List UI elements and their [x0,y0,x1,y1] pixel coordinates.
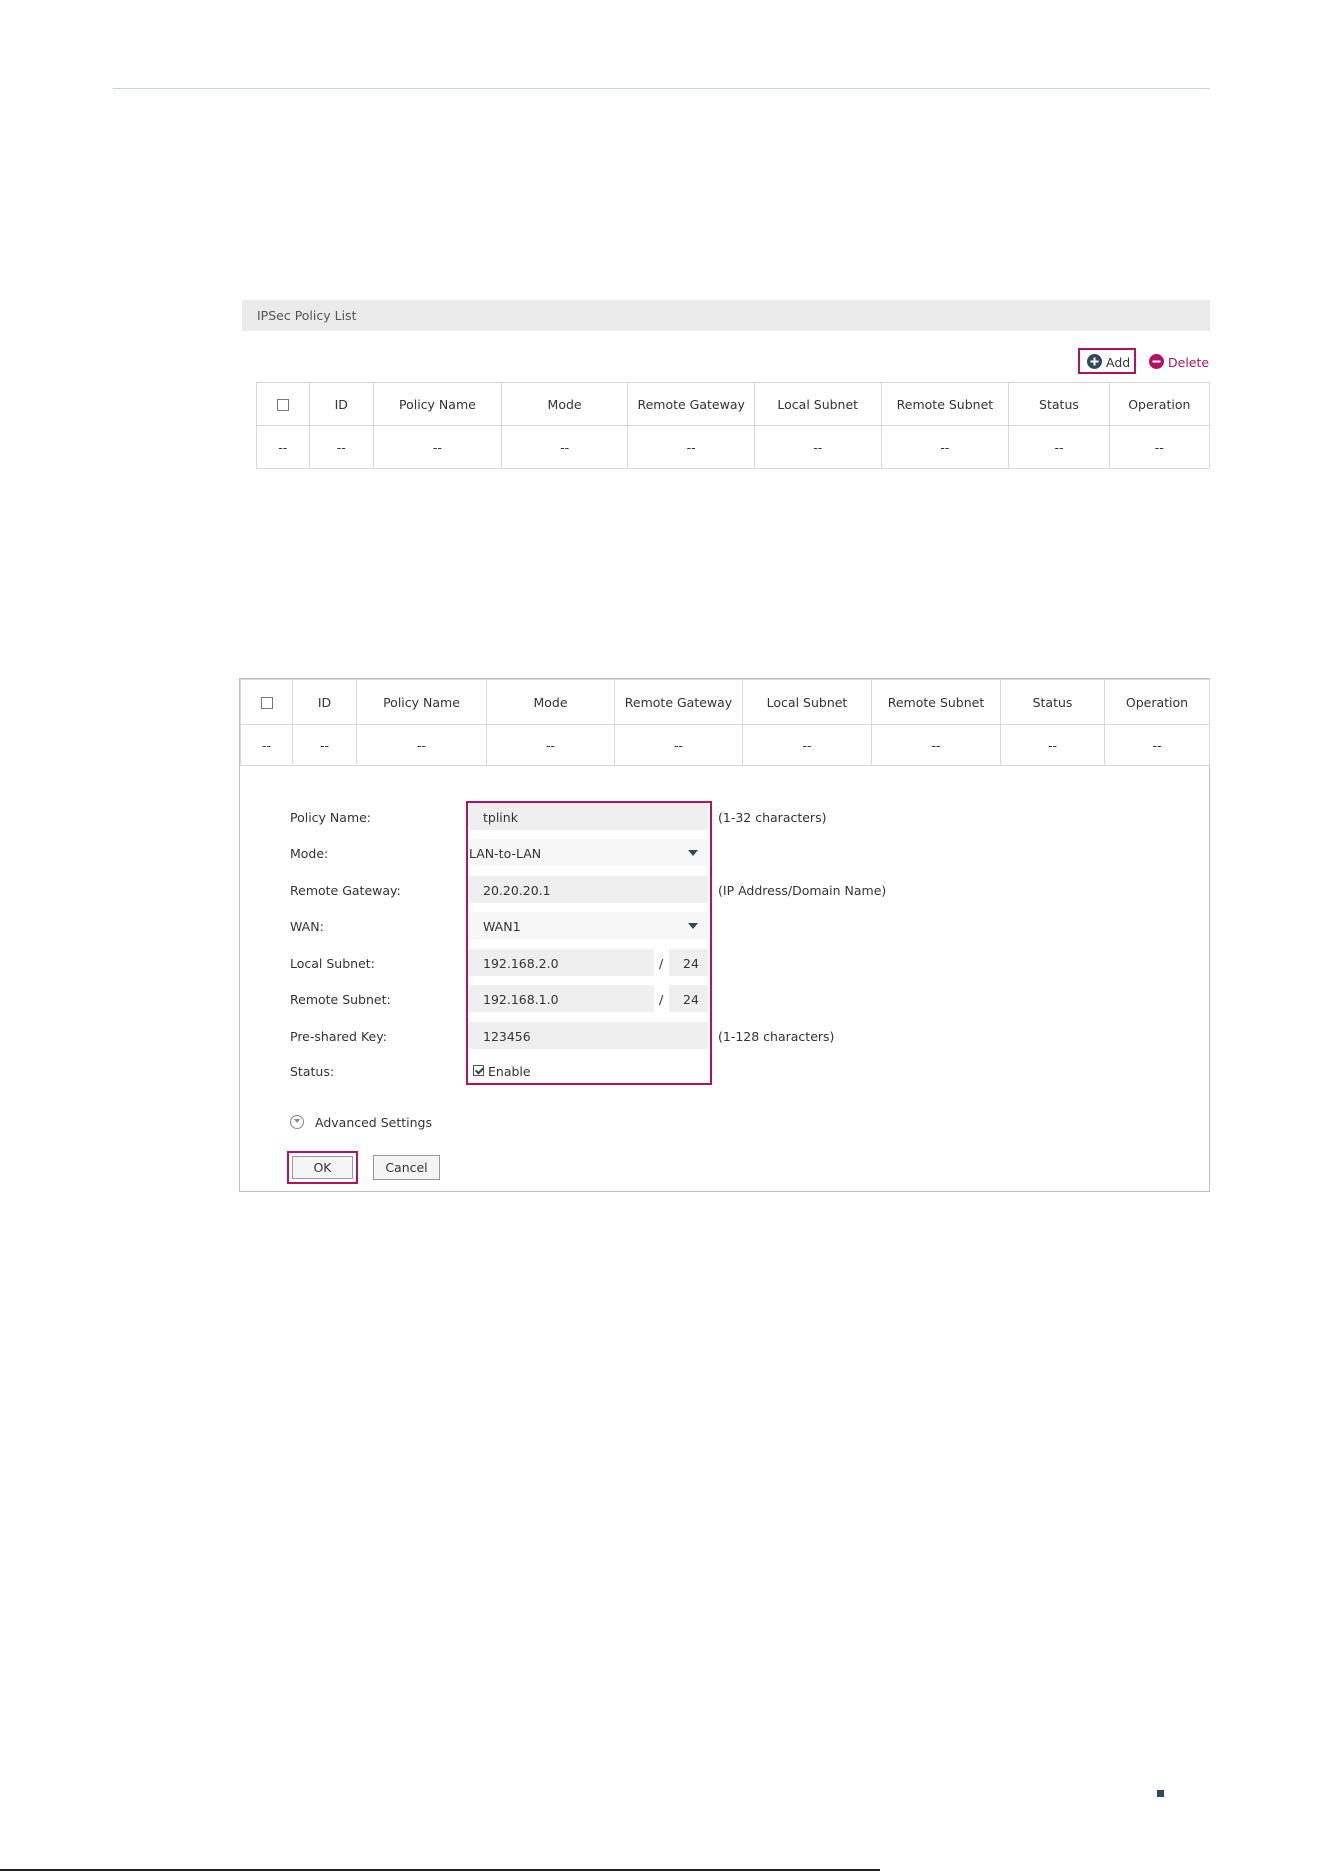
table-row: -- -- -- -- -- -- -- -- -- [240,724,1210,766]
wan-value: WAN1 [483,919,521,934]
col-header-status: Status [1000,679,1105,725]
table-cell: -- [871,724,1001,766]
mode-value: LAN-to-LAN [469,846,542,861]
plus-circle-icon [1087,354,1102,369]
col-header-id: ID [308,382,375,426]
psk-hint: (1-128 characters) [718,1029,835,1044]
remote-subnet-label: Remote Subnet: [290,992,391,1007]
add-button[interactable]: Add [1078,348,1136,374]
chevron-down-icon [688,923,698,929]
advanced-settings-label: Advanced Settings [315,1115,432,1130]
remote-subnet-ip-input[interactable]: 192.168.1.0 [469,985,654,1012]
col-header-remote-gateway: Remote Gateway [614,679,743,725]
local-subnet-ip-value: 192.168.2.0 [483,956,559,971]
select-all-checkbox[interactable] [276,399,289,411]
psk-value: 123456 [483,1029,531,1044]
mode-label: Mode: [290,846,329,861]
policy-list-header: IPSec Policy List [242,300,1210,331]
table-cell: -- [292,724,357,766]
remote-gateway-label: Remote Gateway: [290,883,401,898]
table-cell: -- [627,425,755,469]
remote-gateway-input[interactable]: 20.20.20.1 [469,876,708,903]
policy-name-value: tplink [483,810,518,825]
remote-subnet-mask-value: 24 [683,992,699,1007]
policy-table: ID Policy Name Mode Remote Gateway Local… [256,382,1211,469]
policy-list-panel: IPSec Policy List Add Delete ID Policy N… [242,300,1211,470]
policy-list-title: IPSec Policy List [257,308,357,323]
table-cell: -- [500,425,629,469]
table-cell: -- [1104,724,1210,766]
col-header-remote-subnet: Remote Subnet [880,382,1010,426]
remote-gateway-hint: (IP Address/Domain Name) [718,883,887,898]
col-header-id: ID [292,679,357,725]
remote-subnet-mask-input[interactable]: 24 [669,985,708,1012]
chevron-down-icon [688,850,698,856]
table-header-row: ID Policy Name Mode Remote Gateway Local… [256,382,1211,426]
policy-name-hint: (1-32 characters) [718,810,827,825]
col-header-operation: Operation [1104,679,1210,725]
col-header-remote-gateway: Remote Gateway [627,382,755,426]
local-subnet-label: Local Subnet: [290,956,375,971]
table-cell: -- [373,425,502,469]
delete-button[interactable]: Delete [1146,348,1210,374]
col-header-local-subnet: Local Subnet [753,382,882,426]
minus-circle-icon [1149,354,1164,369]
psk-input[interactable]: 123456 [469,1022,708,1049]
add-policy-panel: ID Policy Name Mode Remote Gateway Local… [239,678,1210,1192]
table-cell: -- [1008,425,1110,469]
table-cell: -- [1000,724,1105,766]
col-header-policy-name: Policy Name [373,382,502,426]
chevron-circle-down-icon [290,1115,304,1129]
mode-select[interactable]: LAN-to-LAN [469,839,708,866]
table-cell: -- [880,425,1010,469]
table-cell: -- [486,724,615,766]
table-header-row: ID Policy Name Mode Remote Gateway Local… [240,679,1210,725]
local-subnet-ip-input[interactable]: 192.168.2.0 [469,949,654,976]
table-cell: -- [1108,425,1211,469]
psk-label: Pre-shared Key: [290,1029,387,1044]
remote-subnet-ip-value: 192.168.1.0 [483,992,559,1007]
remote-subnet-slash: / [659,992,664,1007]
table-cell: -- [308,425,375,469]
policy-name-label: Policy Name: [290,810,372,825]
policy-form: Policy Name: tplink (1-32 characters) Mo… [240,768,1209,1191]
col-header-policy-name: Policy Name [356,679,487,725]
status-enable-checkbox[interactable] [473,1065,484,1076]
table-cell: -- [356,724,487,766]
remote-gateway-value: 20.20.20.1 [483,883,551,898]
policy-table-editing: ID Policy Name Mode Remote Gateway Local… [240,679,1210,766]
local-subnet-mask-value: 24 [683,956,699,971]
add-button-label: Add [1106,355,1131,370]
ok-button[interactable]: OK [292,1156,353,1179]
wan-select[interactable]: WAN1 [469,912,708,939]
table-cell: -- [742,724,872,766]
policy-name-input[interactable]: tplink [469,803,708,830]
local-subnet-mask-input[interactable]: 24 [669,949,708,976]
table-cell: -- [753,425,882,469]
delete-button-label: Delete [1168,355,1210,370]
col-header-mode: Mode [486,679,615,725]
select-all-checkbox[interactable] [260,697,273,709]
table-cell: -- [614,724,743,766]
select-all-cell[interactable] [256,382,310,426]
col-header-remote-subnet: Remote Subnet [871,679,1001,725]
footer-rule [0,1869,880,1871]
header-rule [113,88,1210,89]
select-all-cell[interactable] [240,679,293,725]
cancel-button[interactable]: Cancel [373,1155,440,1180]
wan-label: WAN: [290,919,324,934]
status-enable-label[interactable]: Enable [488,1064,531,1079]
col-header-local-subnet: Local Subnet [742,679,872,725]
local-subnet-slash: / [659,956,664,971]
col-header-mode: Mode [500,382,629,426]
col-header-status: Status [1008,382,1110,426]
table-cell: -- [240,724,293,766]
col-header-operation: Operation [1108,382,1211,426]
table-row: -- -- -- -- -- -- -- -- -- [256,425,1211,469]
status-label: Status: [290,1064,335,1079]
ok-button-highlight: OK [287,1151,358,1184]
page-marker [1157,1790,1164,1797]
table-cell: -- [256,425,310,469]
